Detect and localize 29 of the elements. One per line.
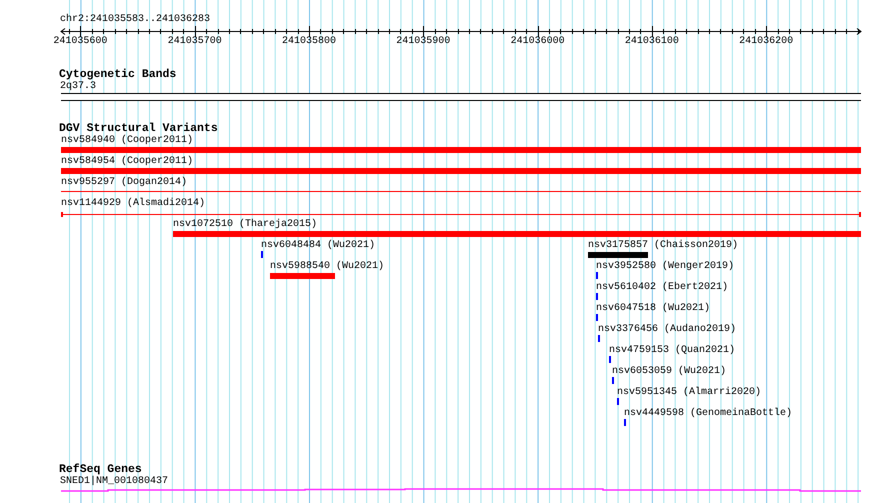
- ruler-label: 241036100: [624, 36, 679, 47]
- location-label: chr2:241035583..241036283: [60, 14, 210, 26]
- feature-label: nsv3376456 (Audano2019): [598, 324, 736, 336]
- track-title: RefSeq Genes: [59, 463, 142, 476]
- feature-label: nsv4759153 (Quan2021): [609, 345, 736, 357]
- feature-label: nsv6048484 (Wu2021): [261, 240, 376, 252]
- feature-label: nsv4449598 (GenomeinaBottle): [624, 408, 792, 420]
- feature-label: nsv5988540 (Wu2021): [270, 261, 384, 273]
- ruler-label: 241035800: [282, 36, 336, 47]
- gene-label: SNED1|NM_001080437: [60, 476, 168, 488]
- cytoband-label: 2q37.3: [60, 81, 96, 93]
- ruler-label: 241035600: [53, 36, 108, 47]
- ruler-label: 241036200: [739, 36, 794, 47]
- feature-label: nsv955297 (Dogan2014): [61, 177, 188, 189]
- feature-label: nsv1072510 (Thareja2015): [173, 219, 318, 231]
- ruler-label: 241036000: [510, 36, 565, 47]
- feature-label: nsv5951345 (Almarri2020): [617, 387, 762, 399]
- ruler-label: 241035900: [396, 36, 450, 47]
- track-title: DGV Structural Variants: [59, 122, 218, 135]
- feature-label: nsv1144929 (Alsmadi2014): [61, 198, 206, 210]
- ruler-label: 241035700: [168, 36, 222, 47]
- feature-label: nsv584954 (Cooper2011): [61, 156, 194, 168]
- track-title: Cytogenetic Bands: [59, 68, 176, 81]
- feature-label: nsv584940 (Cooper2011): [61, 135, 194, 147]
- feature-label: nsv6047518 (Wu2021): [596, 303, 710, 315]
- feature-label: nsv6053059 (Wu2021): [612, 366, 726, 378]
- feature-label: nsv3952580 (Wenger2019): [596, 261, 734, 273]
- feature-label: nsv5610402 (Ebert2021): [596, 282, 728, 294]
- feature-label: nsv3175857 (Chaisson2019): [588, 240, 738, 252]
